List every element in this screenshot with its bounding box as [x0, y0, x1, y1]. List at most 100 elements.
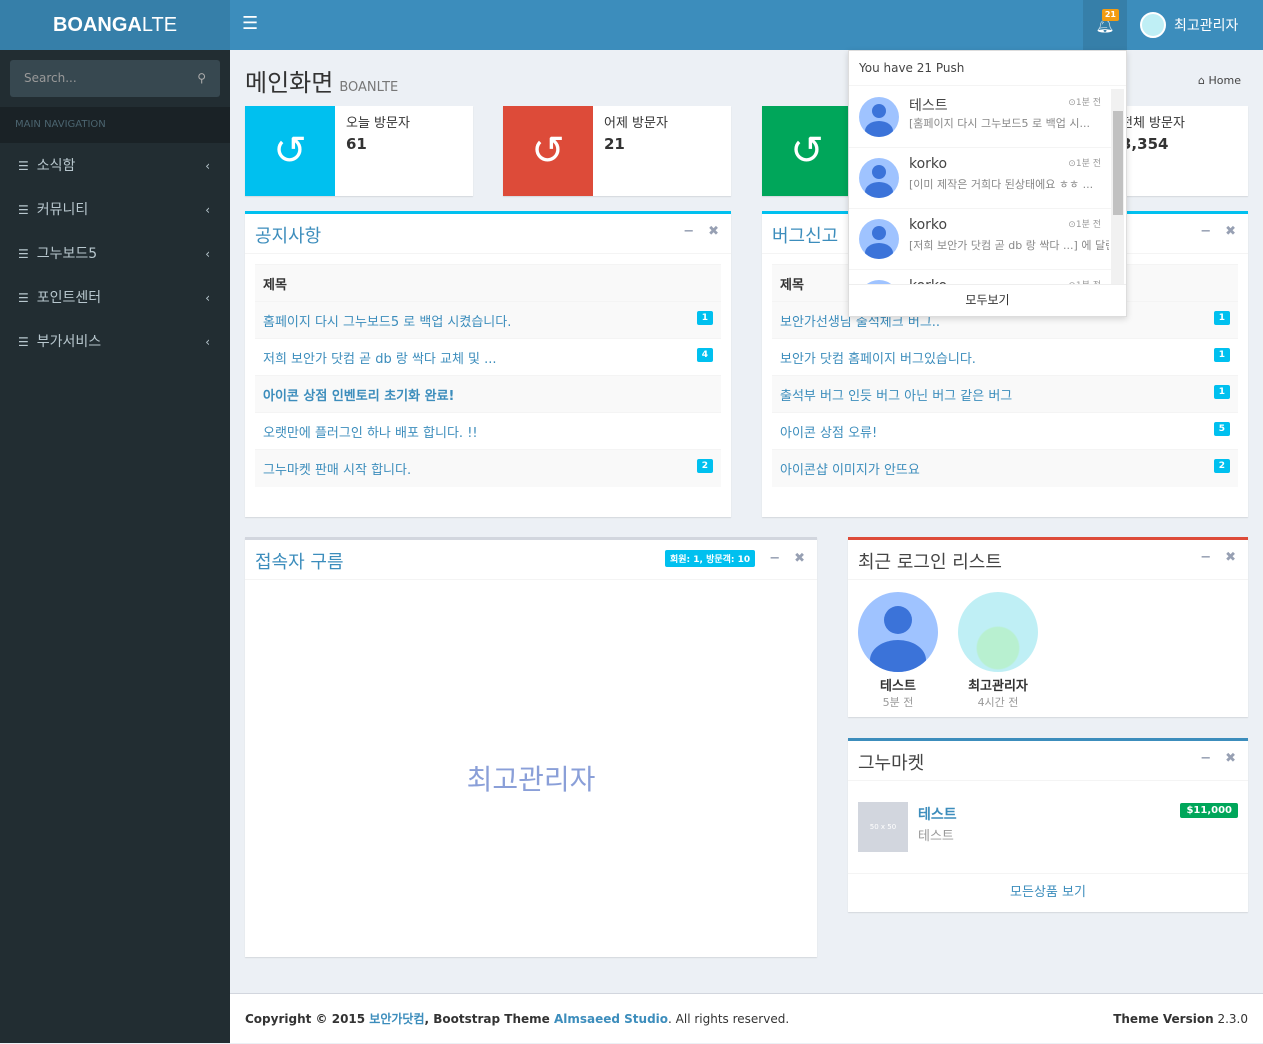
list-icon: ☰: [18, 335, 29, 349]
history-icon: ↺: [245, 106, 335, 196]
push-item[interactable]: 테스트 ⊙1분 전 [홈페이지 다시 그누보드5 로 백업 시...: [849, 87, 1111, 148]
logo[interactable]: BOANGALTE: [0, 0, 230, 50]
breadcrumb[interactable]: ⌂ Home: [1198, 74, 1241, 87]
post-link[interactable]: 아이콘샵 이미지가 안뜨요: [780, 463, 920, 478]
sidebar-search-input[interactable]: Search... ⚲: [10, 60, 220, 97]
footer-text: . All rights reserved.: [668, 1012, 790, 1026]
info-box-today: ↺ 오늘 방문자 61: [245, 106, 473, 196]
table-row: 아이콘샵 이미지가 안뜨요 2: [772, 449, 1238, 487]
page-title: 메인화면 BOANLTE: [245, 63, 398, 98]
sidebar-item-news[interactable]: ☰ 소식함 ‹: [0, 144, 230, 188]
post-link[interactable]: 저희 보안가 닷컴 곧 db 랑 싹다 교체 및 ...: [263, 352, 497, 367]
push-message: [홈페이지 다시 그누보드5 로 백업 시...: [909, 117, 1090, 130]
user-menu[interactable]: 최고관리자: [1140, 12, 1238, 38]
studio-link[interactable]: Almsaeed Studio: [554, 1012, 668, 1026]
minimize-icon[interactable]: −: [1200, 224, 1211, 239]
list-icon: ☰: [18, 159, 29, 173]
minimize-icon[interactable]: −: [683, 224, 694, 239]
comment-count-badge: 2: [696, 458, 713, 473]
post-link[interactable]: 출석부 버그 인듯 버그 아닌 버그 같은 버그: [780, 389, 1012, 404]
price-badge: $11,000: [1180, 803, 1238, 818]
post-link[interactable]: 그누마켓 판매 시작 합니다.: [263, 463, 411, 478]
menu-toggle-icon[interactable]: ☰: [242, 13, 258, 34]
version-label: Theme Version: [1113, 1012, 1214, 1026]
chevron-left-icon: ‹: [205, 247, 210, 261]
history-icon: ↺: [503, 106, 593, 196]
sidebar-item-gnuboard[interactable]: ☰ 그누보드5 ‹: [0, 232, 230, 276]
product-desc: 테스트: [918, 829, 954, 844]
close-icon[interactable]: ✖: [708, 224, 719, 239]
login-name: 최고관리자: [968, 679, 1028, 694]
breadcrumb-home: Home: [1208, 74, 1241, 87]
post-link[interactable]: 오랫만에 플러그인 하나 배포 합니다. !!: [263, 426, 478, 441]
site-link[interactable]: 보안가닷컴: [369, 1012, 424, 1026]
push-time-text: 1분 전: [1075, 220, 1101, 230]
minimize-icon[interactable]: −: [1200, 751, 1211, 766]
notification-button[interactable]: 🔔︎ 21: [1083, 0, 1127, 50]
push-time: ⊙1분 전: [1068, 156, 1101, 169]
close-icon[interactable]: ✖: [1225, 550, 1236, 565]
push-time-text: 1분 전: [1075, 98, 1101, 108]
close-icon[interactable]: ✖: [794, 551, 805, 566]
table-cell: 홈페이지 다시 그누보드5 로 백업 시켰습니다. 1: [255, 301, 721, 339]
post-link[interactable]: 아이콘 상점 오류!: [780, 426, 877, 441]
info-value: 61: [346, 135, 367, 153]
sidebar-item-points[interactable]: ☰ 포인트센터 ‹: [0, 276, 230, 320]
push-sender: korko: [909, 217, 948, 233]
home-icon: ⌂: [1198, 74, 1209, 87]
sidebar-item-community[interactable]: ☰ 커뮤니티 ‹: [0, 188, 230, 232]
post-link[interactable]: 아이콘 상점 인벤토리 초기화 완료!: [263, 389, 454, 404]
panel-title: 공지사항: [255, 226, 322, 247]
push-item[interactable]: korko ⊙1분 전 [저희 보안가 닷컴 곧 db 랑 싹다 ...] 에 달린…: [849, 209, 1111, 270]
comment-count-badge: 2: [1213, 458, 1230, 473]
panel-title: 버그신고: [772, 226, 839, 247]
push-sender: korko: [909, 156, 948, 172]
minimize-icon[interactable]: −: [1200, 550, 1211, 565]
user-avatar: [859, 97, 899, 137]
info-label: 어제 방문자: [604, 116, 668, 131]
sidebar: Search... ⚲ MAIN NAVIGATION ☰ 소식함 ‹ ☰ 커뮤니티 ‹ …: [0, 50, 230, 1043]
scrollbar[interactable]: [1111, 89, 1124, 285]
login-user[interactable]: 최고관리자 4시간 전: [953, 592, 1043, 710]
page-title-text: 메인화면: [245, 69, 334, 97]
clock-icon: ⊙: [1068, 98, 1076, 108]
product-thumbnail: 50 x 50: [858, 802, 908, 852]
post-link[interactable]: 보안가 닷컴 홈페이지 버그있습니다.: [780, 352, 976, 367]
sidebar-item-label: 소식함: [36, 158, 76, 174]
search-icon[interactable]: ⚲: [197, 60, 206, 97]
user-name: 최고관리자: [1174, 18, 1239, 34]
push-time-text: 1분 전: [1075, 159, 1101, 169]
push-dropdown: You have 21 Push 테스트 ⊙1분 전 [홈페이지 다시 그누보드5 …: [848, 50, 1127, 317]
comment-count-badge: 1: [1213, 347, 1230, 362]
post-link[interactable]: 홈페이지 다시 그누보드5 로 백업 시켰습니다.: [263, 315, 511, 330]
push-item[interactable]: korko ⊙1분 전 [이미 제작은 거희다 된상태에요 ㅎㅎ ...: [849, 148, 1111, 209]
footer-text: , Bootstrap Theme: [424, 1012, 554, 1026]
cloud-word[interactable]: 최고관리자: [245, 758, 817, 798]
user-avatar: [858, 592, 938, 672]
cloud-panel: 접속자 구름 회원: 1, 방문객: 10− ✖ 최고관리자: [245, 537, 817, 957]
table-row: 저희 보안가 닷컴 곧 db 랑 싹다 교체 및 ... 4: [255, 338, 721, 376]
table-cell: 오랫만에 플러그인 하나 배포 합니다. !!: [255, 412, 721, 450]
minimize-icon[interactable]: −: [769, 551, 780, 566]
close-icon[interactable]: ✖: [1225, 751, 1236, 766]
panel-title: 그누마켓: [858, 753, 925, 774]
sidebar-item-services[interactable]: ☰ 부가서비스 ‹: [0, 320, 230, 364]
dropdown-header: You have 21 Push: [849, 51, 1126, 86]
column-header: 제목: [255, 264, 721, 302]
comment-count-badge: 1: [696, 310, 713, 325]
logo-light: LTE: [141, 14, 178, 36]
info-label: 전체 방문자: [1121, 116, 1185, 131]
product-name[interactable]: 테스트: [918, 804, 957, 824]
close-icon[interactable]: ✖: [1225, 224, 1236, 239]
info-value: 3,354: [1121, 135, 1169, 153]
history-icon: ↺: [762, 106, 852, 196]
list-icon: ☰: [18, 203, 29, 217]
chevron-left-icon: ‹: [205, 335, 210, 349]
view-all-products-link[interactable]: 모든상품 보기: [848, 873, 1248, 913]
search-placeholder: Search...: [24, 71, 77, 85]
view-all-link[interactable]: 모두보기: [849, 284, 1126, 316]
push-sender: 테스트: [909, 98, 948, 114]
login-name: 테스트: [880, 679, 916, 694]
push-message: [저희 보안가 닷컴 곧 db 랑 싹다 ...] 에 달린 댓글: [909, 239, 1109, 252]
login-user[interactable]: 테스트 5분 전: [858, 592, 938, 710]
